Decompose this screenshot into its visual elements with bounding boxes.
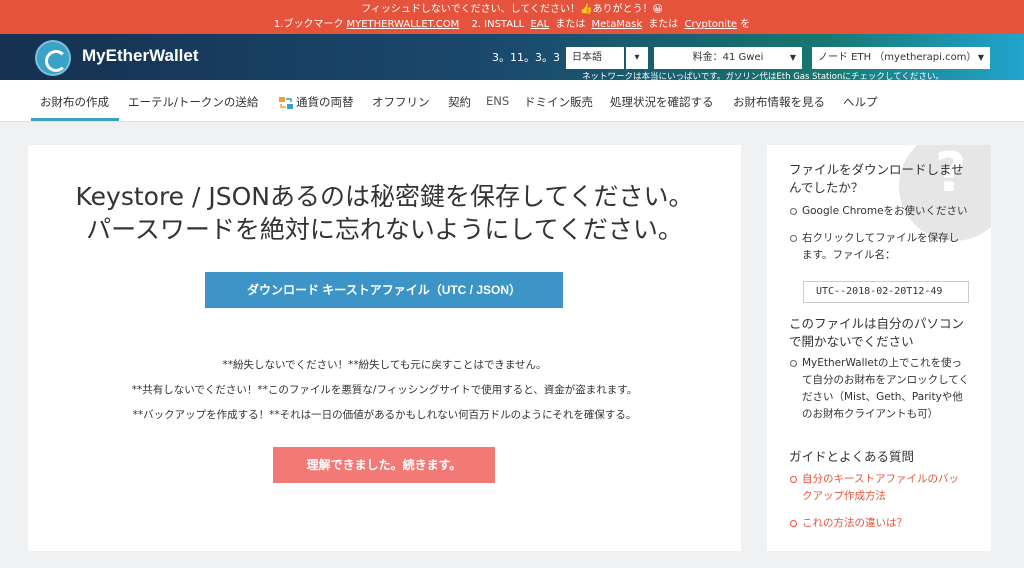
banner-item-1: 1.ブックマーク MYETHERWALLET.COM [271,19,459,30]
node-label: ノード ETH （myetherapi.com） [818,52,977,63]
banner-item1-prefix: 1.ブックマーク [273,19,344,30]
download-keystore-button[interactable]: ダウンロード キーストアファイル（UTC / JSON） [205,272,563,308]
tab-offline[interactable]: オフフリン [372,94,430,110]
help-sidebar: ? ファイルをダウンロードしませんでしたか？ Google Chromeをお使い… [767,145,991,551]
tab-domain-sale[interactable]: ドミイン販売 [524,94,593,110]
active-tab-indicator [31,118,119,121]
guide-links: 自分のキーストアファイルのバックアップ作成方法 これの方法の違いは？ [789,471,969,542]
gas-fee-label: 料金：41 Gwei [692,52,764,63]
banner-suffix: を [740,19,751,30]
tab-send[interactable]: エーテル/トークンの送給 [128,94,258,110]
sidebar-heading-download: ファイルをダウンロードしませんでしたか？ [789,162,964,195]
banner-line1: フィッシュドしないでください、してください！👍ありがとう！😀 [361,4,663,15]
tip-use-chrome: Google Chromeをお使いください [789,203,969,220]
cryptonite-link[interactable]: Cryptonite [684,19,737,30]
bookmark-link[interactable]: MYETHERWALLET.COM [346,19,459,30]
banner-item-2: 2. INSTALL EAL または MetaMask または Cryptoni… [468,19,753,30]
tip-right-click: 右クリックしてファイルを保存します。ファイル名： [789,230,969,264]
main-panel: Keystore / JSONあるのは秘密鍵を保存してください。 パースワードを… [28,145,741,551]
eal-link[interactable]: EAL [530,19,549,30]
chevron-down-icon: ▼ [977,53,984,62]
phishing-warning-banner: フィッシュドしないでください、してください！👍ありがとう！😀 1.ブックマーク M… [0,0,1024,34]
sidebar-heading-do-not-open: このファイルは自分のパソコンで開かないでください [789,316,965,349]
tab-contracts[interactable]: 契約 [448,94,471,110]
tab-help[interactable]: ヘルプ [843,94,878,110]
open-tips: MyEtherWalletの上でこれを使って自分のお財布をアンロックしてください… [789,355,969,433]
tab-view-wallet[interactable]: お財布情報を見る [733,94,825,110]
brand-name[interactable]: MyEtherWallet [82,46,199,66]
node-select[interactable]: ノード ETH （myetherapi.com） ▼ [812,47,990,69]
gas-fee-select[interactable]: 料金：41 Gwei ▼ [654,47,802,69]
language-select[interactable]: 日本語 [566,47,624,69]
guide-link-differences[interactable]: これの方法の違いは？ [789,515,969,532]
page-title: Keystore / JSONあるのは秘密鍵を保存してください。 パースワードを… [28,180,741,246]
language-caret-icon[interactable]: ▾ [626,47,648,69]
mew-logo-icon[interactable] [35,40,71,76]
filename-field[interactable]: UTC--2018-02-20T12-49 [803,281,969,303]
warning-make-backup: **バックアップを作成する！**それは一日の価値があるかもしれない何百万ドルのよ… [132,409,637,421]
version-number: 3。11。3。3 [492,51,560,64]
guide-link-backup[interactable]: 自分のキーストアファイルのバックアップ作成方法 [789,471,969,505]
banner-item2-prefix: 2. INSTALL [471,19,528,30]
site-header: MyEtherWallet 3。11。3。3 日本語 ▾ 料金：41 Gwei … [0,34,1024,82]
continue-button[interactable]: 理解できました。続きます。 [273,447,495,483]
tip-use-mew: MyEtherWalletの上でこれを使って自分のお財布をアンロックしてください… [789,355,969,423]
tab-ens[interactable]: ENS [486,94,509,108]
main-nav: お財布の作成 エーテル/トークンの送給 通貨の両替 オフフリン 契約 ENS ド… [0,80,1024,122]
tab-swap[interactable]: 通貨の両替 [279,94,354,110]
banner-sep-1: または [552,19,589,30]
warnings-list: **紛失しないでください！**紛失しても元に戻すことはできません。 **共有しな… [28,353,741,428]
metamask-link[interactable]: MetaMask [592,19,643,30]
title-line-2: パースワードを絶対に忘れないようにしてください。 [86,215,683,244]
banner-line2: 1.ブックマーク MYETHERWALLET.COM 2. INSTALL EAL… [0,17,1024,32]
banner-sep-2: または [645,19,682,30]
sidebar-heading-guides: ガイドとよくある質問 [789,449,915,464]
tab-tx-status[interactable]: 処理状況を確認する [610,94,714,110]
download-tips: Google Chromeをお使いください 右クリックしてファイルを保存します。… [789,203,969,274]
swap-icon [279,96,293,109]
tab-swap-label: 通貨の両替 [296,95,354,109]
tab-create-wallet[interactable]: お財布の作成 [40,94,109,110]
chevron-down-icon: ▼ [789,53,796,62]
title-line-1: Keystore / JSONあるのは秘密鍵を保存してください。 [75,182,694,211]
warning-do-not-share: **共有しないでください！**このファイルを悪質な/フィッシングサイトで使用する… [131,384,638,396]
warning-do-not-lose: **紛失しないでください！**紛失しても元に戻すことはできません。 [222,359,547,371]
